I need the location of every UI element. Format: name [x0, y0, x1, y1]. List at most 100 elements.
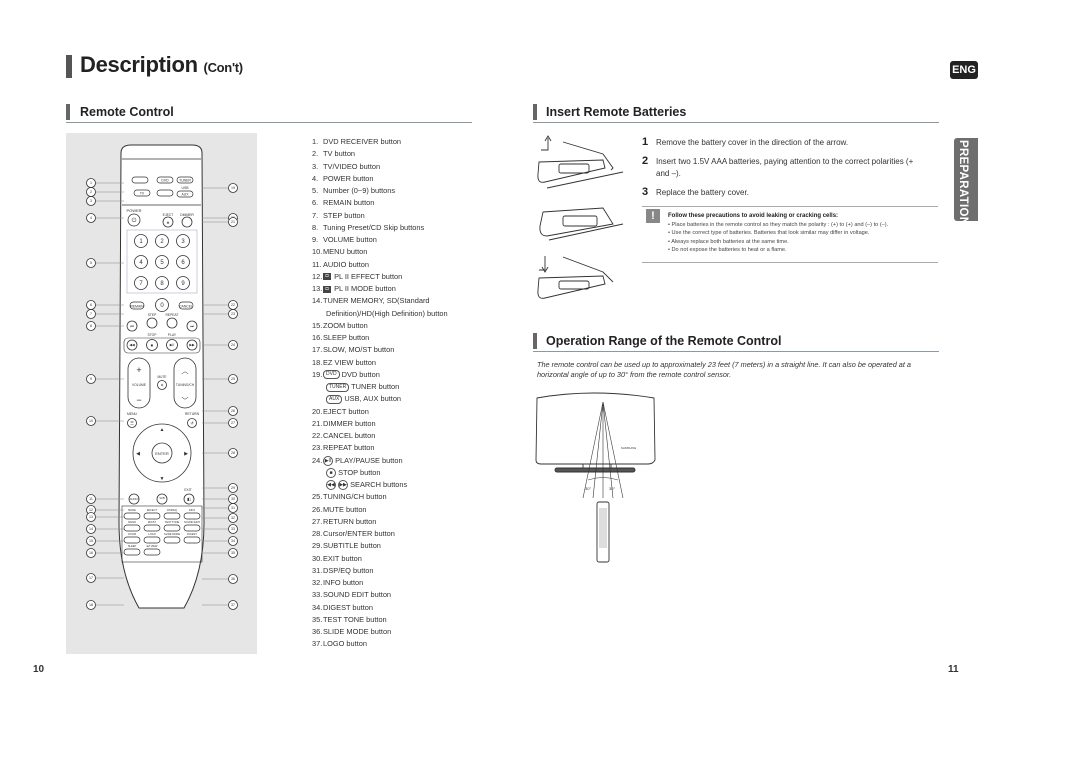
tuner-button-label: TUNER — [179, 178, 191, 182]
list-item-number: 5. — [312, 186, 319, 195]
grid-label: SOUND EDIT — [184, 520, 200, 524]
step-number: 1 — [642, 136, 649, 148]
volume-down-icon: − — [136, 395, 141, 405]
list-item-text: RETURN button — [323, 516, 377, 526]
list-item-text: EXIT button — [323, 553, 362, 563]
list-item: 17. SLOW, MO/ST button — [312, 344, 482, 356]
list-item-text: PLAY/PAUSE button — [335, 455, 403, 465]
list-item-number: 32. — [312, 578, 323, 587]
list-item-text: REMAIN button — [323, 198, 375, 208]
callout-32-label: 32 — [231, 516, 235, 520]
page-title: Description (Con't) — [80, 52, 243, 78]
list-item-text: TUNER button — [351, 382, 400, 391]
list-item: 22. CANCEL button — [312, 430, 482, 442]
list-item-text: INFO button — [323, 578, 364, 587]
warning-box: Follow these precautions to avoid leakin… — [668, 212, 938, 255]
list-item: 12. ◘ PL II EFFECT button — [312, 271, 482, 283]
list-item-text: SOUND EDIT button — [323, 590, 392, 600]
list-item-number: 17. — [312, 345, 323, 355]
cursor-up-icon: ▲ — [160, 427, 165, 433]
battery-step3-illustration — [537, 256, 614, 299]
callout-18-label: 18 — [89, 603, 93, 607]
rewind-button-label: ◀◀ — [129, 343, 135, 347]
round-button-icon: ■ — [326, 467, 336, 478]
list-item-number: 13. — [312, 284, 323, 293]
step-text: Insert two 1.5V AAA batteries, paying at… — [656, 157, 914, 178]
grid-label: SLIDE MODE — [164, 532, 180, 536]
callout-2-label: 2 — [90, 190, 92, 194]
list-item-text: SLIDE MODE button — [323, 627, 392, 636]
list-item-text: USB, AUX button — [344, 394, 402, 404]
warning-bullets: • Place batteries in the remote control … — [668, 221, 938, 255]
battery-step: 2 Insert two 1.5V AAA batteries, paying a… — [642, 155, 922, 180]
section-divider — [533, 351, 939, 352]
section-divider — [533, 122, 939, 123]
audio-button-label: AUDIO — [130, 497, 140, 501]
grid-button-0-2 — [123, 536, 141, 544]
grid-button-0-1 — [123, 524, 141, 532]
list-item-text: SLEEP button — [323, 333, 370, 342]
list-item-text: TV/VIDEO button — [323, 161, 381, 171]
list-item-text: PL II MODE button — [334, 284, 396, 293]
list-item-number: 14. — [312, 296, 323, 306]
list-item: 21. DIMMER button — [312, 418, 482, 430]
power-label: POWER — [126, 208, 141, 213]
grid-button-3-0 — [183, 512, 201, 520]
list-item: 31. DSP/EQ button — [312, 565, 482, 577]
list-item-text: SUBTITLE button — [323, 541, 381, 551]
list-item: 1. DVD RECEIVER button — [312, 136, 482, 148]
list-item: 14. TUNER MEMORY, SD(Standard — [312, 295, 482, 307]
tuning-up-icon: ︿ — [182, 368, 189, 375]
callout-36-label: 36 — [231, 577, 235, 581]
dolby-icon: ◘ — [323, 285, 331, 293]
list-item-number: 27. — [312, 516, 323, 526]
search-forward-icon: ▶▶ — [338, 480, 349, 491]
grid-button-1-3 — [143, 548, 161, 556]
callout-21-label: 21 — [231, 220, 235, 224]
list-item: 7. STEP button — [312, 210, 482, 222]
tv-button-label: TV — [140, 191, 145, 195]
callout-10-label: 10 — [89, 419, 93, 423]
mute-button-label: ✕ — [160, 382, 163, 387]
title-accent-bar — [66, 55, 72, 78]
list-item-number: 20. — [312, 406, 323, 416]
round-button-icon: ▶II — [323, 455, 333, 466]
callout-37-label: 37 — [231, 603, 235, 607]
list-item: TUNER TUNER button — [312, 381, 482, 393]
section-accent-bar — [66, 104, 70, 120]
list-item-number: 28. — [312, 529, 323, 538]
remote-control-heading: Remote Control — [80, 105, 174, 119]
side-tab-label: PREPARATION — [957, 140, 969, 226]
grid-button-0-0 — [123, 512, 141, 520]
list-item-number: 11. — [312, 259, 322, 269]
list-item-number: 10. — [312, 247, 323, 257]
list-item: 8. Tuning Preset/CD Skip buttons — [312, 222, 482, 234]
list-item: 19. DVD DVD button — [312, 369, 482, 381]
grid-button-3-2 — [183, 536, 201, 544]
list-item-text: POWER button — [323, 173, 374, 183]
repeat-label: REPEAT — [166, 313, 179, 317]
operation-range-heading: Operation Range of the Remote Control — [546, 334, 782, 348]
grid-label: EZ VIEW — [147, 544, 158, 548]
button-key-icon: TUNER — [326, 382, 350, 392]
list-item-number: 12. — [312, 271, 323, 281]
eject-label: EJECT — [163, 213, 174, 217]
callout-29-label: 29 — [231, 486, 235, 490]
list-item-number: 29. — [312, 541, 323, 551]
list-item-text: Definition)/HD(High Definition) button — [326, 308, 448, 318]
warning-bullet: • Place batteries in the remote control … — [668, 221, 889, 228]
aux-button-label: AUX — [182, 192, 190, 196]
menu-label: MENU — [127, 412, 138, 416]
list-item-text: DIMMER button — [323, 418, 376, 428]
list-item: 26. MUTE button — [312, 504, 482, 516]
list-item-text: DSP/EQ button — [323, 565, 374, 575]
list-item: 11. AUDIO button — [312, 259, 482, 271]
list-item-text: EJECT button — [323, 406, 369, 416]
list-item: 28. Cursor/ENTER button — [312, 528, 482, 540]
list-item-number: 1. — [312, 137, 319, 146]
grid-button-1-1 — [143, 524, 161, 532]
callout-7-label: 7 — [90, 312, 92, 316]
list-item-text: DVD button — [341, 369, 380, 379]
callout-12-label: 12 — [89, 508, 93, 512]
grid-label: INFO — [189, 508, 195, 512]
